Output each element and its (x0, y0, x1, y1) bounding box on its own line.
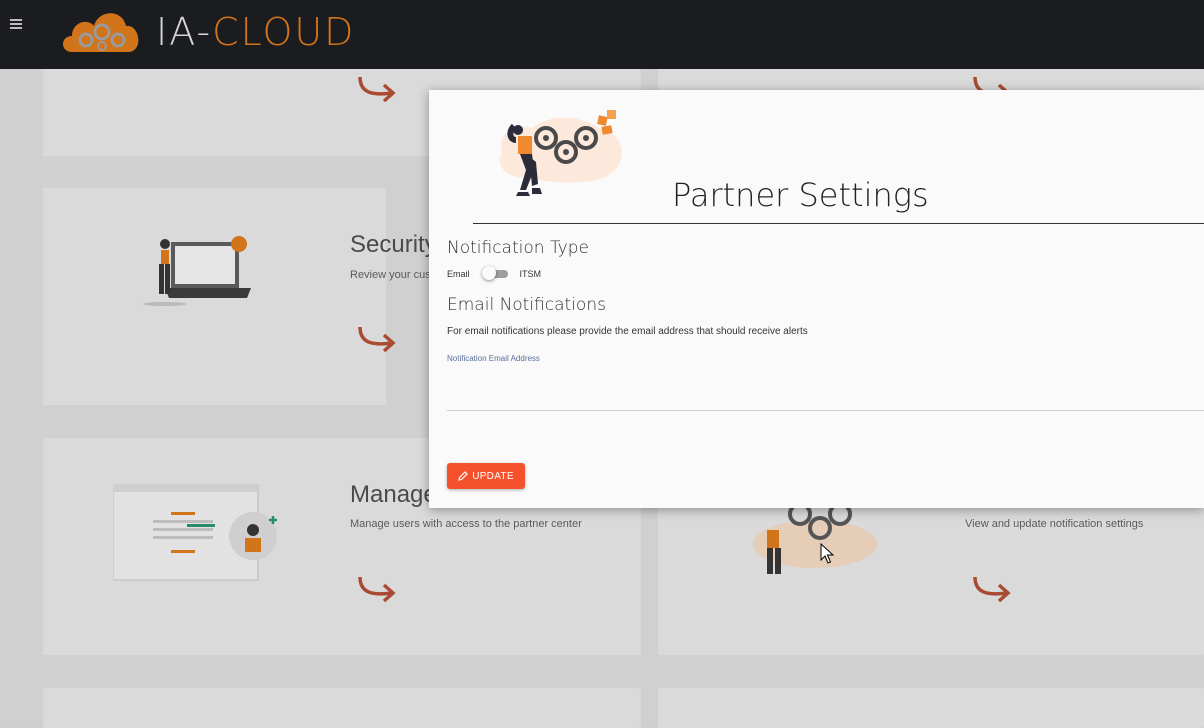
update-button-label: UPDATE (472, 470, 514, 482)
gears-illustration-icon (753, 502, 877, 574)
card-manage-title: Manage (350, 481, 437, 508)
arrow-right-icon[interactable] (356, 73, 400, 103)
card-security[interactable] (43, 188, 386, 405)
dialog-title: Partner Settings (672, 176, 929, 214)
arrow-right-icon[interactable] (971, 573, 1015, 603)
toggle-email-label: Email (447, 269, 470, 279)
card-security-title: Security (350, 231, 437, 258)
title-divider (473, 223, 1204, 224)
hamburger-icon[interactable] (10, 19, 22, 31)
gears-person-illustration-icon (500, 110, 622, 196)
email-notifications-heading: Email Notifications (447, 295, 606, 315)
users-illustration-icon (113, 484, 277, 581)
mouse-cursor-icon (820, 543, 834, 564)
card-bottom-left[interactable] (43, 688, 641, 728)
arrow-right-icon[interactable] (356, 573, 400, 603)
card-security-desc: Review your custo (350, 269, 440, 281)
logo-ia: IA- (156, 10, 213, 54)
notification-type-heading: Notification Type (447, 238, 589, 258)
switch-thumb[interactable] (481, 266, 496, 280)
laptop-illustration-icon (143, 236, 251, 306)
logo-wordmark: IA-CLOUD (156, 10, 355, 54)
partner-settings-dialog: Partner Settings Notification Type Email… (429, 90, 1204, 508)
email-field-label: Notification Email Address (447, 354, 540, 363)
arrow-right-icon[interactable] (356, 323, 400, 353)
cloud-logo-icon (63, 13, 139, 52)
card-bottom-right[interactable] (658, 688, 1204, 728)
notification-type-toggle-row: Email ITSM (447, 266, 541, 282)
card-manage-desc: Manage users with access to the partner … (350, 518, 582, 530)
card-notifications-desc: View and update notification settings (965, 518, 1144, 530)
toggle-itsm-label: ITSM (519, 269, 542, 279)
update-button[interactable]: UPDATE (447, 463, 525, 489)
pencil-icon (458, 471, 469, 481)
notification-email-input[interactable] (447, 366, 1204, 411)
logo-cloud: CLOUD (212, 10, 356, 54)
app-header: IA-CLOUD (0, 0, 1204, 69)
email-help-text: For email notifications please provide t… (447, 326, 808, 337)
notification-type-switch[interactable] (481, 266, 508, 282)
